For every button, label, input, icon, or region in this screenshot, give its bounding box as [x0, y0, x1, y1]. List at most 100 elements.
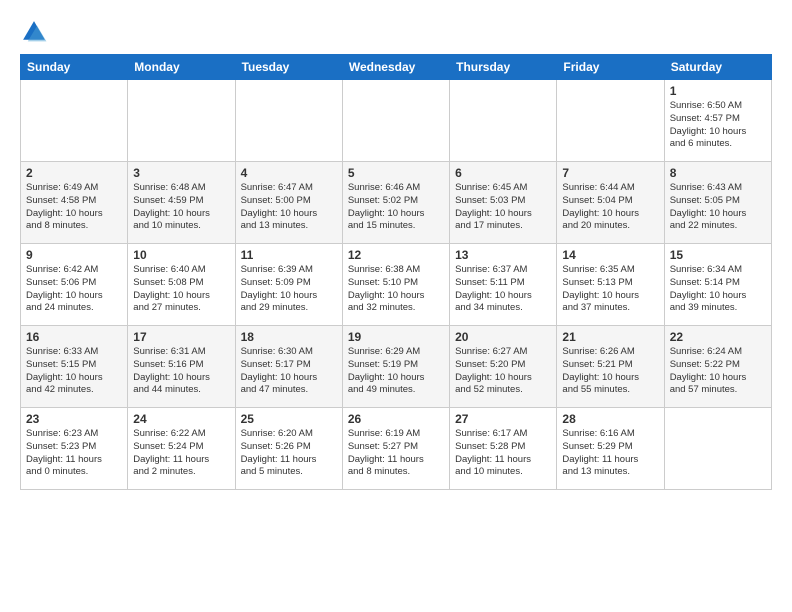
day-info: Sunrise: 6:30 AM Sunset: 5:17 PM Dayligh…	[241, 346, 337, 397]
day-number: 9	[26, 248, 122, 262]
day-info: Sunrise: 6:37 AM Sunset: 5:11 PM Dayligh…	[455, 264, 551, 315]
calendar-cell: 7 Sunrise: 6:44 AM Sunset: 5:04 PM Daylig…	[557, 162, 664, 244]
day-number: 3	[133, 166, 229, 180]
calendar-cell	[342, 80, 449, 162]
day-info: Sunrise: 6:19 AM Sunset: 5:27 PM Dayligh…	[348, 428, 444, 479]
calendar-cell	[557, 80, 664, 162]
day-info: Sunrise: 6:42 AM Sunset: 5:06 PM Dayligh…	[26, 264, 122, 315]
day-number: 26	[348, 412, 444, 426]
day-number: 6	[455, 166, 551, 180]
calendar-cell: 25 Sunrise: 6:20 AM Sunset: 5:26 PM Dayli…	[235, 408, 342, 490]
day-info: Sunrise: 6:27 AM Sunset: 5:20 PM Dayligh…	[455, 346, 551, 397]
column-header-tuesday: Tuesday	[235, 55, 342, 80]
day-info: Sunrise: 6:20 AM Sunset: 5:26 PM Dayligh…	[241, 428, 337, 479]
day-number: 17	[133, 330, 229, 344]
day-info: Sunrise: 6:33 AM Sunset: 5:15 PM Dayligh…	[26, 346, 122, 397]
calendar-cell: 24 Sunrise: 6:22 AM Sunset: 5:24 PM Dayli…	[128, 408, 235, 490]
calendar-cell: 28 Sunrise: 6:16 AM Sunset: 5:29 PM Dayli…	[557, 408, 664, 490]
calendar-cell: 14 Sunrise: 6:35 AM Sunset: 5:13 PM Dayli…	[557, 244, 664, 326]
week-row-1: 1 Sunrise: 6:50 AM Sunset: 4:57 PM Daylig…	[21, 80, 772, 162]
calendar-cell: 16 Sunrise: 6:33 AM Sunset: 5:15 PM Dayli…	[21, 326, 128, 408]
column-header-thursday: Thursday	[450, 55, 557, 80]
day-info: Sunrise: 6:47 AM Sunset: 5:00 PM Dayligh…	[241, 182, 337, 233]
day-info: Sunrise: 6:31 AM Sunset: 5:16 PM Dayligh…	[133, 346, 229, 397]
calendar-cell: 2Sunrise: 6:49 AM Sunset: 4:58 PM Daylig…	[21, 162, 128, 244]
calendar-cell: 13 Sunrise: 6:37 AM Sunset: 5:11 PM Dayli…	[450, 244, 557, 326]
calendar: SundayMondayTuesdayWednesdayThursdayFrid…	[20, 54, 772, 490]
header	[20, 18, 772, 46]
day-info: Sunrise: 6:45 AM Sunset: 5:03 PM Dayligh…	[455, 182, 551, 233]
day-info: Sunrise: 6:46 AM Sunset: 5:02 PM Dayligh…	[348, 182, 444, 233]
calendar-cell	[128, 80, 235, 162]
calendar-cell: 23 Sunrise: 6:23 AM Sunset: 5:23 PM Dayli…	[21, 408, 128, 490]
calendar-cell: 4Sunrise: 6:47 AM Sunset: 5:00 PM Daylig…	[235, 162, 342, 244]
day-number: 23	[26, 412, 122, 426]
calendar-cell: 18 Sunrise: 6:30 AM Sunset: 5:17 PM Dayli…	[235, 326, 342, 408]
calendar-cell: 10 Sunrise: 6:40 AM Sunset: 5:08 PM Dayli…	[128, 244, 235, 326]
calendar-cell	[21, 80, 128, 162]
day-number: 12	[348, 248, 444, 262]
week-row-4: 16 Sunrise: 6:33 AM Sunset: 5:15 PM Dayli…	[21, 326, 772, 408]
logo	[20, 18, 52, 46]
day-info: Sunrise: 6:34 AM Sunset: 5:14 PM Dayligh…	[670, 264, 766, 315]
day-number: 8	[670, 166, 766, 180]
logo-icon	[20, 18, 48, 46]
day-info: Sunrise: 6:29 AM Sunset: 5:19 PM Dayligh…	[348, 346, 444, 397]
day-info: Sunrise: 6:43 AM Sunset: 5:05 PM Dayligh…	[670, 182, 766, 233]
calendar-cell	[664, 408, 771, 490]
calendar-cell	[450, 80, 557, 162]
calendar-cell: 22 Sunrise: 6:24 AM Sunset: 5:22 PM Dayli…	[664, 326, 771, 408]
day-number: 13	[455, 248, 551, 262]
day-number: 28	[562, 412, 658, 426]
calendar-cell: 17 Sunrise: 6:31 AM Sunset: 5:16 PM Dayli…	[128, 326, 235, 408]
day-info: Sunrise: 6:22 AM Sunset: 5:24 PM Dayligh…	[133, 428, 229, 479]
week-row-5: 23 Sunrise: 6:23 AM Sunset: 5:23 PM Dayli…	[21, 408, 772, 490]
day-number: 1	[670, 84, 766, 98]
calendar-cell: 19 Sunrise: 6:29 AM Sunset: 5:19 PM Dayli…	[342, 326, 449, 408]
day-number: 11	[241, 248, 337, 262]
day-info: Sunrise: 6:48 AM Sunset: 4:59 PM Dayligh…	[133, 182, 229, 233]
calendar-cell: 27Sunrise: 6:17 AM Sunset: 5:28 PM Dayli…	[450, 408, 557, 490]
calendar-cell	[235, 80, 342, 162]
day-info: Sunrise: 6:24 AM Sunset: 5:22 PM Dayligh…	[670, 346, 766, 397]
day-number: 15	[670, 248, 766, 262]
calendar-header-row: SundayMondayTuesdayWednesdayThursdayFrid…	[21, 55, 772, 80]
page: SundayMondayTuesdayWednesdayThursdayFrid…	[0, 0, 792, 612]
day-info: Sunrise: 6:44 AM Sunset: 5:04 PM Dayligh…	[562, 182, 658, 233]
day-number: 22	[670, 330, 766, 344]
day-info: Sunrise: 6:16 AM Sunset: 5:29 PM Dayligh…	[562, 428, 658, 479]
day-info: Sunrise: 6:49 AM Sunset: 4:58 PM Dayligh…	[26, 182, 122, 233]
week-row-3: 9 Sunrise: 6:42 AM Sunset: 5:06 PM Daylig…	[21, 244, 772, 326]
day-info: Sunrise: 6:40 AM Sunset: 5:08 PM Dayligh…	[133, 264, 229, 315]
calendar-cell: 5 Sunrise: 6:46 AM Sunset: 5:02 PM Daylig…	[342, 162, 449, 244]
column-header-saturday: Saturday	[664, 55, 771, 80]
day-number: 19	[348, 330, 444, 344]
calendar-cell: 21Sunrise: 6:26 AM Sunset: 5:21 PM Dayli…	[557, 326, 664, 408]
day-info: Sunrise: 6:50 AM Sunset: 4:57 PM Dayligh…	[670, 100, 766, 151]
day-info: Sunrise: 6:17 AM Sunset: 5:28 PM Dayligh…	[455, 428, 551, 479]
calendar-cell: 6 Sunrise: 6:45 AM Sunset: 5:03 PM Daylig…	[450, 162, 557, 244]
day-number: 10	[133, 248, 229, 262]
day-number: 7	[562, 166, 658, 180]
day-info: Sunrise: 6:35 AM Sunset: 5:13 PM Dayligh…	[562, 264, 658, 315]
column-header-monday: Monday	[128, 55, 235, 80]
day-number: 18	[241, 330, 337, 344]
day-number: 16	[26, 330, 122, 344]
calendar-cell: 1 Sunrise: 6:50 AM Sunset: 4:57 PM Daylig…	[664, 80, 771, 162]
calendar-cell: 26 Sunrise: 6:19 AM Sunset: 5:27 PM Dayli…	[342, 408, 449, 490]
day-number: 14	[562, 248, 658, 262]
calendar-cell: 3 Sunrise: 6:48 AM Sunset: 4:59 PM Daylig…	[128, 162, 235, 244]
day-number: 5	[348, 166, 444, 180]
column-header-sunday: Sunday	[21, 55, 128, 80]
calendar-cell: 20 Sunrise: 6:27 AM Sunset: 5:20 PM Dayli…	[450, 326, 557, 408]
day-number: 20	[455, 330, 551, 344]
calendar-cell: 15 Sunrise: 6:34 AM Sunset: 5:14 PM Dayli…	[664, 244, 771, 326]
column-header-friday: Friday	[557, 55, 664, 80]
calendar-cell: 8 Sunrise: 6:43 AM Sunset: 5:05 PM Daylig…	[664, 162, 771, 244]
day-info: Sunrise: 6:26 AM Sunset: 5:21 PM Dayligh…	[562, 346, 658, 397]
calendar-cell: 9 Sunrise: 6:42 AM Sunset: 5:06 PM Daylig…	[21, 244, 128, 326]
day-info: Sunrise: 6:23 AM Sunset: 5:23 PM Dayligh…	[26, 428, 122, 479]
day-number: 24	[133, 412, 229, 426]
day-number: 25	[241, 412, 337, 426]
column-header-wednesday: Wednesday	[342, 55, 449, 80]
